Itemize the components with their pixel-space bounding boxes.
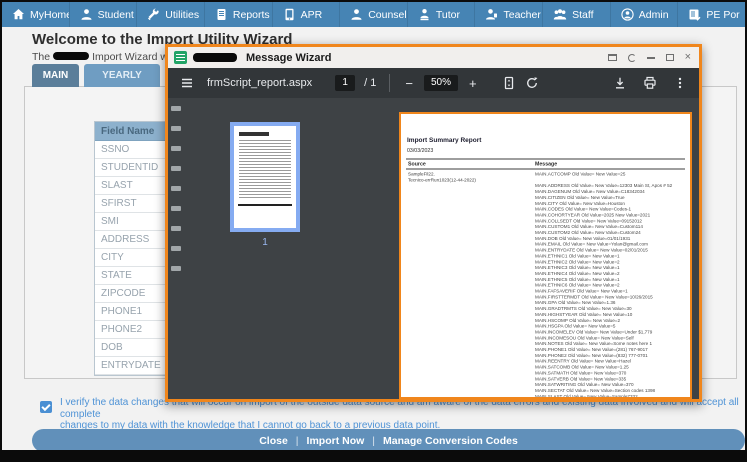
rail-icon[interactable]	[171, 226, 181, 231]
nav-label: Reports	[232, 8, 270, 21]
report-table-body: SampleFil22. Tecnico-errRun1023(12-44-20…	[406, 171, 685, 399]
rail-icon[interactable]	[171, 126, 181, 131]
nav-label: Student	[97, 8, 134, 21]
nav-item-utilities[interactable]: Utilities	[136, 2, 204, 27]
message-wizard-modal: Message Wizard × frmScript_report.aspx 1…	[165, 44, 702, 402]
nav-label: APR	[300, 8, 323, 21]
report-message-line: MAIN.SLAST Old Value= New Value=Sample73…	[535, 393, 638, 399]
message-column-header: Message	[535, 161, 558, 167]
rail-icon[interactable]	[171, 266, 181, 271]
close-button[interactable]: Close	[259, 435, 288, 447]
nav-label: Admin	[638, 8, 669, 21]
screenshot-frame: MyHome Student Utilities Reports APR Cou…	[0, 0, 747, 462]
menu-icon[interactable]	[180, 76, 194, 90]
modal-title: Message Wizard	[246, 51, 332, 64]
nav-item-teacher[interactable]: Teacher	[474, 2, 542, 27]
thumbnail-footer-line	[238, 204, 292, 206]
nav-item-pe-portal[interactable]: PE Por	[677, 2, 745, 27]
portal-icon	[689, 9, 701, 21]
nav-label: Tutor	[435, 8, 460, 21]
nav-item-apr[interactable]: APR	[271, 2, 340, 27]
refresh-icon[interactable]	[627, 53, 636, 62]
more-options-icon[interactable]	[673, 76, 687, 90]
green-document-icon	[174, 51, 187, 64]
nav-item-admin[interactable]: Admin	[609, 2, 678, 27]
maximize-icon[interactable]	[665, 54, 674, 61]
nav-item-myhome[interactable]: MyHome	[2, 2, 69, 27]
counselor-icon	[351, 9, 362, 20]
rail-icon[interactable]	[171, 166, 181, 171]
teacher-icon	[486, 9, 498, 20]
page-total-label: / 1	[364, 77, 377, 89]
source-column-header: Source	[408, 161, 426, 167]
thumbnail-title-line	[239, 132, 269, 136]
report-icon	[217, 9, 226, 20]
report-source-cell: SampleFil22. Tecnico-errRun1023(12-44-20…	[408, 171, 476, 183]
nav-item-counselor[interactable]: Counselor	[339, 2, 407, 27]
nav-label: MyHome	[30, 8, 69, 21]
page-number-input[interactable]: 1	[335, 75, 356, 91]
report-title: Import Summary Report	[407, 136, 482, 144]
nav-item-student[interactable]: Student	[68, 2, 137, 27]
staff-icon	[553, 9, 567, 20]
rail-icon[interactable]	[171, 106, 181, 111]
apr-icon	[285, 8, 294, 21]
zoom-level-input[interactable]: 50%	[423, 75, 458, 91]
window-controls: ×	[607, 52, 693, 63]
page-thumbnail[interactable]	[230, 122, 300, 232]
pdf-filename: frmScript_report.aspx	[207, 77, 313, 89]
rotate-icon[interactable]	[525, 76, 539, 90]
nav-item-tutor[interactable]: Tutor	[406, 2, 475, 27]
fit-page-icon[interactable]	[502, 76, 516, 90]
rail-icon[interactable]	[171, 246, 181, 251]
home-icon	[13, 9, 24, 20]
thumbnail-page-number: 1	[262, 237, 268, 248]
rail-icon[interactable]	[171, 186, 181, 191]
nav-label: Utilities	[165, 8, 200, 21]
redaction-product-name	[53, 52, 90, 61]
verify-statement: I verify the data changes that will occu…	[60, 397, 744, 432]
nav-label: Counselor	[368, 8, 407, 21]
modal-titlebar[interactable]: Message Wizard ×	[168, 47, 699, 68]
nav-label: Staff	[572, 8, 594, 21]
close-icon[interactable]: ×	[685, 52, 691, 63]
verify-checkbox[interactable]	[40, 401, 52, 413]
sidebar-rail-icons	[171, 106, 185, 271]
toolbar-right-group	[613, 76, 687, 90]
tab-main[interactable]: MAIN	[32, 64, 79, 87]
rail-icon[interactable]	[171, 206, 181, 211]
app-window: MyHome Student Utilities Reports APR Cou…	[2, 2, 745, 450]
import-now-button[interactable]: Import Now	[307, 435, 365, 447]
zoom-in-button[interactable]: +	[467, 76, 479, 91]
manage-conversion-codes-button[interactable]: Manage Conversion Codes	[383, 435, 518, 447]
tab-yearly[interactable]: YEARLY	[84, 64, 160, 87]
nav-label: PE Por	[706, 8, 740, 21]
footer-action-bar: Close | Import Now | Manage Conversion C…	[32, 429, 745, 450]
nav-item-staff[interactable]: Staff	[542, 2, 610, 27]
rail-icon[interactable]	[171, 146, 181, 151]
print-icon[interactable]	[643, 76, 657, 90]
page-thumbnail-wrap: 1	[230, 122, 300, 248]
top-nav: MyHome Student Utilities Reports APR Cou…	[2, 2, 745, 27]
report-date: 03/03/2023	[407, 147, 434, 154]
minimize-icon[interactable]	[646, 56, 655, 59]
admin-icon	[621, 8, 634, 21]
report-table-header: Source Message	[406, 158, 685, 170]
download-icon[interactable]	[613, 76, 627, 90]
redaction-modal-product-name	[193, 52, 237, 62]
tutor-icon	[420, 9, 429, 21]
wrench-icon	[148, 8, 159, 21]
zoom-out-button[interactable]: −	[403, 76, 415, 91]
nav-item-reports[interactable]: Reports	[203, 2, 272, 27]
report-message-cell: MAIN.ACTCOMP Old Value= New Value=25 MAIN…	[535, 172, 685, 399]
popout-icon[interactable]	[607, 54, 617, 61]
nav-label: Teacher	[503, 8, 541, 21]
pdf-toolbar: frmScript_report.aspx 1 / 1 − 50% +	[168, 68, 699, 98]
pdf-viewer-body: 1 Import Summary Report 03/03/2023 Sourc…	[168, 98, 699, 399]
student-icon	[81, 9, 92, 20]
toolbar-divider	[389, 74, 391, 92]
thumbnail-text-lines	[239, 140, 291, 198]
report-page[interactable]: Import Summary Report 03/03/2023 Source …	[399, 112, 692, 399]
